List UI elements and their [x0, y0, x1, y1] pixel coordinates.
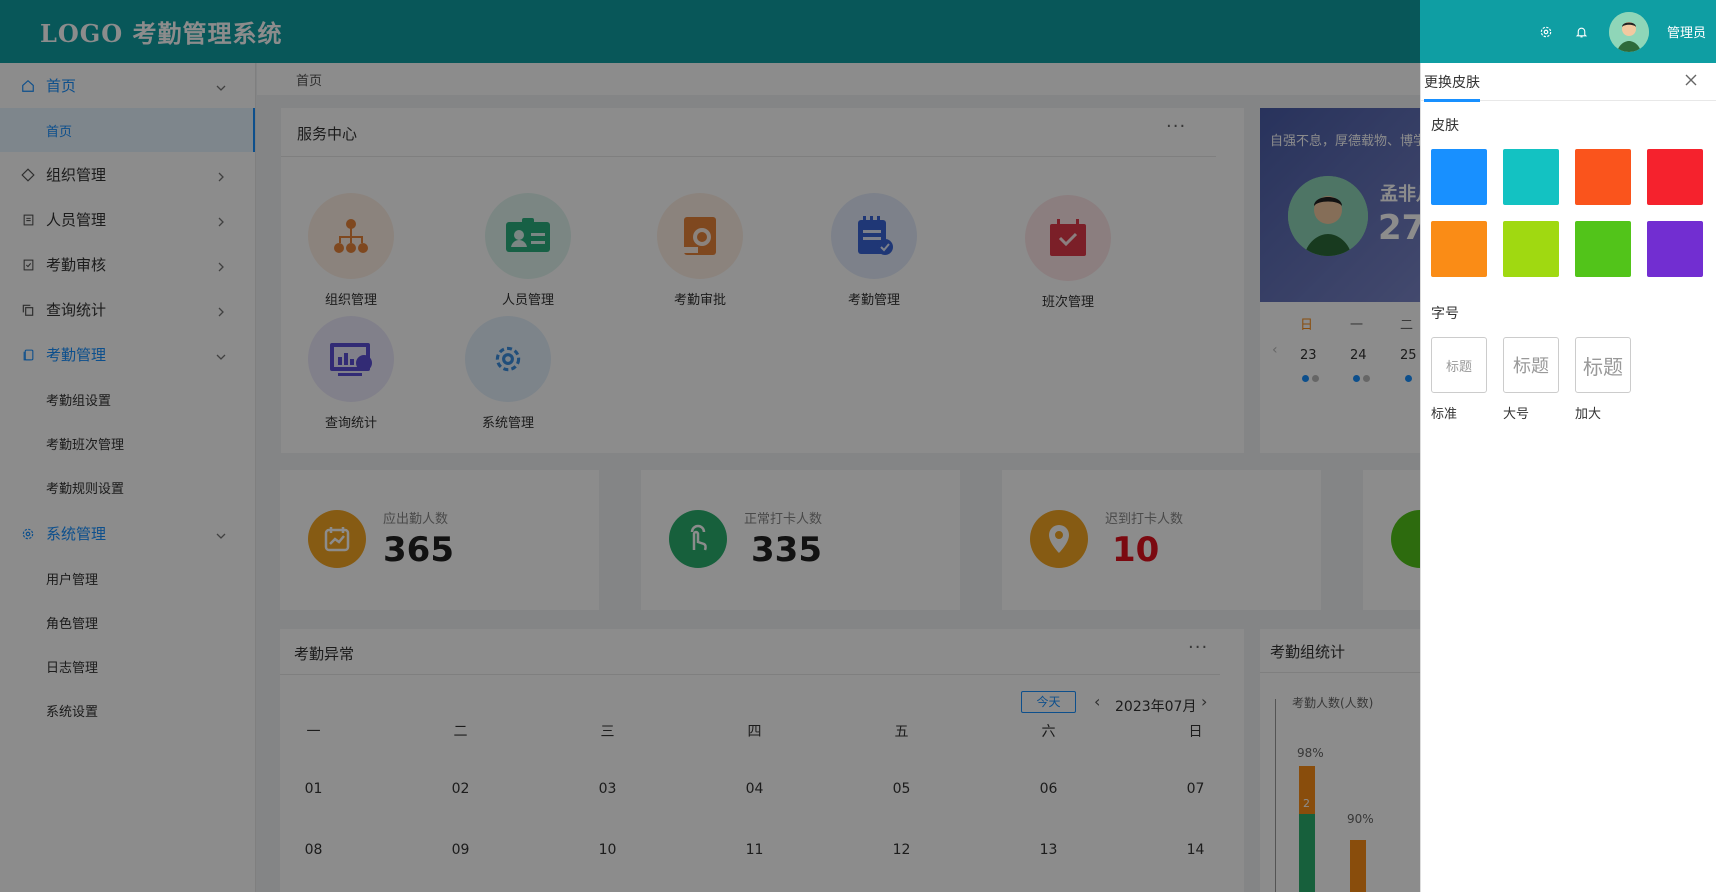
skin-drawer: 更换皮肤 皮肤 字号 标题 标题 标题 标准 大号 加大 — [1420, 63, 1716, 892]
font-option-large[interactable]: 标题 — [1503, 337, 1559, 393]
skin-swatch-orange[interactable] — [1431, 221, 1487, 277]
font-option-xlarge[interactable]: 标题 — [1575, 337, 1631, 393]
settings-icon[interactable] — [1537, 23, 1555, 41]
skin-swatch-lime[interactable] — [1503, 221, 1559, 277]
user-avatar[interactable] — [1608, 11, 1649, 52]
font-section-title: 字号 — [1431, 306, 1459, 322]
skin-section-title: 皮肤 — [1431, 118, 1459, 134]
drawer-header: 更换皮肤 — [1421, 63, 1716, 102]
font-sample: 标题 — [1445, 359, 1472, 375]
user-name[interactable]: 管理员 — [1667, 22, 1706, 41]
bell-icon[interactable] — [1573, 23, 1591, 41]
font-sample: 标题 — [1513, 356, 1549, 377]
skin-swatch-cyan[interactable] — [1503, 149, 1559, 205]
skin-swatch-blue[interactable] — [1431, 149, 1487, 205]
font-label-large: 大号 — [1503, 407, 1530, 422]
font-sample: 标题 — [1583, 354, 1623, 379]
modal-overlay[interactable] — [0, 0, 1420, 892]
skin-swatch-red[interactable] — [1647, 149, 1703, 205]
tab-change-skin[interactable]: 更换皮肤 — [1424, 72, 1480, 102]
font-label-xlarge: 加大 — [1575, 407, 1602, 422]
skin-swatch-purple[interactable] — [1647, 221, 1703, 277]
font-option-standard[interactable]: 标题 — [1431, 337, 1487, 393]
close-icon[interactable] — [1684, 73, 1700, 89]
skin-swatch-green[interactable] — [1575, 221, 1631, 277]
skin-swatch-orange-red[interactable] — [1575, 149, 1631, 205]
header-actions: 管理员 — [1537, 0, 1706, 63]
font-label-standard: 标准 — [1431, 407, 1458, 422]
